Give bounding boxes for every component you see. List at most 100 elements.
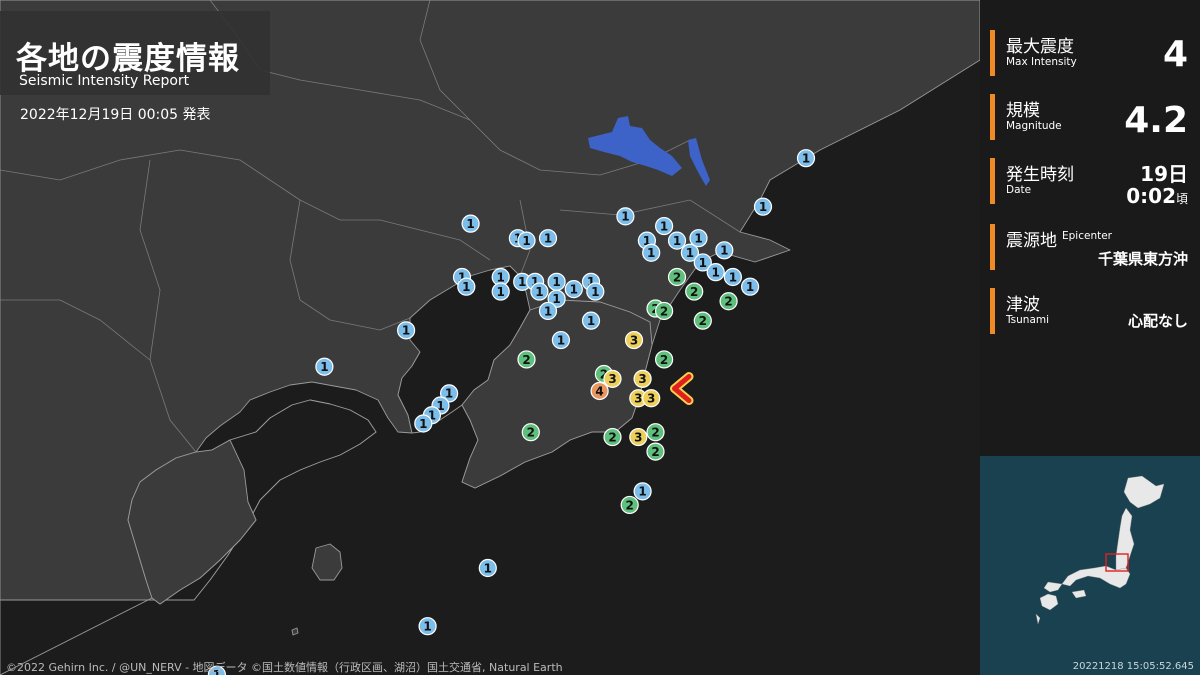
intensity-label: 1 bbox=[419, 417, 427, 431]
intensity-1-marker: 1 bbox=[547, 272, 566, 291]
intensity-1-marker: 1 bbox=[564, 280, 583, 299]
intensity-label: 1 bbox=[320, 360, 328, 374]
intensity-3-marker: 3 bbox=[629, 427, 648, 447]
tsunami-value: 心配なし bbox=[1127, 312, 1188, 330]
intensity-label: 3 bbox=[608, 372, 616, 386]
intensity-2-marker: 2 bbox=[719, 292, 738, 311]
title-box: 各地の震度情報 Seismic Intensity Report bbox=[0, 11, 270, 95]
tsunami-label-en: Tsunami bbox=[1006, 314, 1050, 326]
intensity-1-marker: 1 bbox=[414, 414, 433, 433]
intensity-label: 1 bbox=[647, 246, 655, 260]
intensity-label: 2 bbox=[660, 304, 668, 318]
intensity-label: 2 bbox=[690, 285, 698, 299]
intensity-2-marker: 2 bbox=[646, 442, 665, 461]
intensity-2-marker: 2 bbox=[654, 301, 674, 321]
magnitude-row: 規模 Magnitude 4.2 bbox=[980, 94, 1200, 142]
japan-outline bbox=[1035, 475, 1165, 625]
japan-overview-map: 20221218 15:05:52.645 bbox=[980, 456, 1200, 675]
intensity-label: 1 bbox=[591, 285, 599, 299]
time-day: 19日 bbox=[1140, 162, 1188, 186]
max-intensity-value: 4 bbox=[1162, 34, 1188, 75]
intensity-1-marker: 1 bbox=[581, 311, 601, 330]
intensity-label: 1 bbox=[518, 275, 526, 289]
intensity-label: 1 bbox=[544, 304, 552, 318]
intensity-1-marker: 1 bbox=[478, 558, 497, 578]
intensity-4-marker: 4 bbox=[590, 381, 609, 401]
intensity-label: 3 bbox=[647, 392, 655, 406]
accent-bar bbox=[990, 288, 995, 334]
intensity-label: 2 bbox=[527, 426, 535, 440]
intensity-label: 1 bbox=[497, 285, 505, 299]
intensity-1-marker: 1 bbox=[461, 214, 480, 233]
intensity-1-marker: 1 bbox=[530, 282, 549, 301]
intensity-label: 1 bbox=[673, 234, 681, 248]
page-title: 各地の震度情報 bbox=[16, 41, 240, 77]
intensity-2-marker: 2 bbox=[521, 423, 540, 442]
intensity-label: 1 bbox=[557, 333, 565, 347]
intensity-2-marker: 2 bbox=[603, 427, 622, 447]
issued-time: 2022年12月19日 00:05 発表 bbox=[20, 107, 211, 123]
intensity-label: 1 bbox=[802, 151, 810, 165]
accent-bar bbox=[990, 94, 995, 140]
magnitude-label-en: Magnitude bbox=[1006, 120, 1062, 132]
intensity-1-marker: 1 bbox=[586, 282, 605, 301]
epicenter-label: 震源地 bbox=[1006, 231, 1057, 251]
intensity-label: 1 bbox=[462, 280, 470, 294]
accent-bar bbox=[990, 224, 995, 270]
intensity-label: 1 bbox=[699, 256, 707, 270]
intensity-2-marker: 2 bbox=[646, 423, 665, 442]
time-suffix: 頃 bbox=[1175, 192, 1188, 206]
accent-bar bbox=[990, 30, 995, 76]
intensity-label: 1 bbox=[522, 234, 530, 248]
intensity-label: 1 bbox=[621, 210, 629, 224]
intensity-label: 1 bbox=[535, 285, 543, 299]
intensity-2-marker: 2 bbox=[685, 282, 704, 301]
intensity-label: 1 bbox=[720, 244, 728, 258]
intensity-1-marker: 1 bbox=[723, 267, 743, 287]
intensity-label: 2 bbox=[626, 498, 634, 512]
map-credit: ©2022 Gehirn Inc. / @UN_NERV - 地図データ ©国土… bbox=[6, 661, 563, 674]
epicenter-value: 千葉県東方沖 bbox=[1097, 250, 1188, 268]
intensity-label: 1 bbox=[466, 217, 474, 231]
max-intensity-row: 最大震度 Max Intensity 4 bbox=[980, 30, 1200, 78]
intensity-1-marker: 1 bbox=[491, 282, 510, 301]
intensity-1-marker: 1 bbox=[457, 277, 476, 296]
intensity-label: 3 bbox=[630, 333, 638, 347]
intensity-2-marker: 2 bbox=[654, 350, 674, 369]
intensity-1-marker: 1 bbox=[706, 263, 725, 282]
intensity-label: 1 bbox=[686, 246, 694, 260]
intensity-1-marker: 1 bbox=[796, 149, 816, 168]
intensity-label: 2 bbox=[651, 426, 659, 440]
intensity-1-marker: 1 bbox=[538, 301, 558, 321]
intensity-3-marker: 3 bbox=[633, 369, 652, 388]
intensity-label: 2 bbox=[724, 295, 732, 309]
intensity-1-marker: 1 bbox=[642, 243, 661, 262]
intensity-label: 1 bbox=[423, 620, 431, 634]
epicenter-label-en: Epicenter bbox=[1062, 230, 1112, 242]
intensity-1-marker: 1 bbox=[667, 231, 687, 250]
intensity-label: 1 bbox=[759, 200, 767, 214]
intensity-map[interactable]: 1111111111111111111111111111111111111111… bbox=[0, 0, 980, 675]
intensity-label: 2 bbox=[651, 445, 659, 459]
intensity-1-marker: 1 bbox=[418, 617, 437, 636]
intensity-1-marker: 1 bbox=[654, 216, 674, 236]
intensity-label: 1 bbox=[660, 219, 668, 233]
inset-timestamp: 20221218 15:05:52.645 bbox=[1072, 661, 1194, 672]
intensity-1-marker: 1 bbox=[517, 231, 536, 250]
intensity-1-marker: 1 bbox=[753, 197, 773, 216]
intensity-label: 1 bbox=[729, 270, 737, 284]
intensity-3-marker: 3 bbox=[603, 369, 622, 388]
intensity-label: 2 bbox=[608, 430, 616, 444]
intensity-label: 4 bbox=[595, 384, 603, 398]
magnitude-label: 規模 bbox=[1006, 101, 1040, 121]
intensity-label: 1 bbox=[552, 275, 560, 289]
intensity-label: 1 bbox=[712, 265, 720, 279]
page-subtitle: Seismic Intensity Report bbox=[19, 73, 190, 89]
time-value: 0:02頃 bbox=[1126, 184, 1188, 208]
intensity-1-marker: 1 bbox=[397, 321, 416, 340]
intensity-label: 1 bbox=[694, 232, 702, 246]
intensity-3-marker: 3 bbox=[624, 330, 644, 350]
intensity-label: 3 bbox=[638, 372, 646, 386]
accent-bar bbox=[990, 158, 995, 204]
time-clock: 0:02 bbox=[1126, 184, 1176, 208]
